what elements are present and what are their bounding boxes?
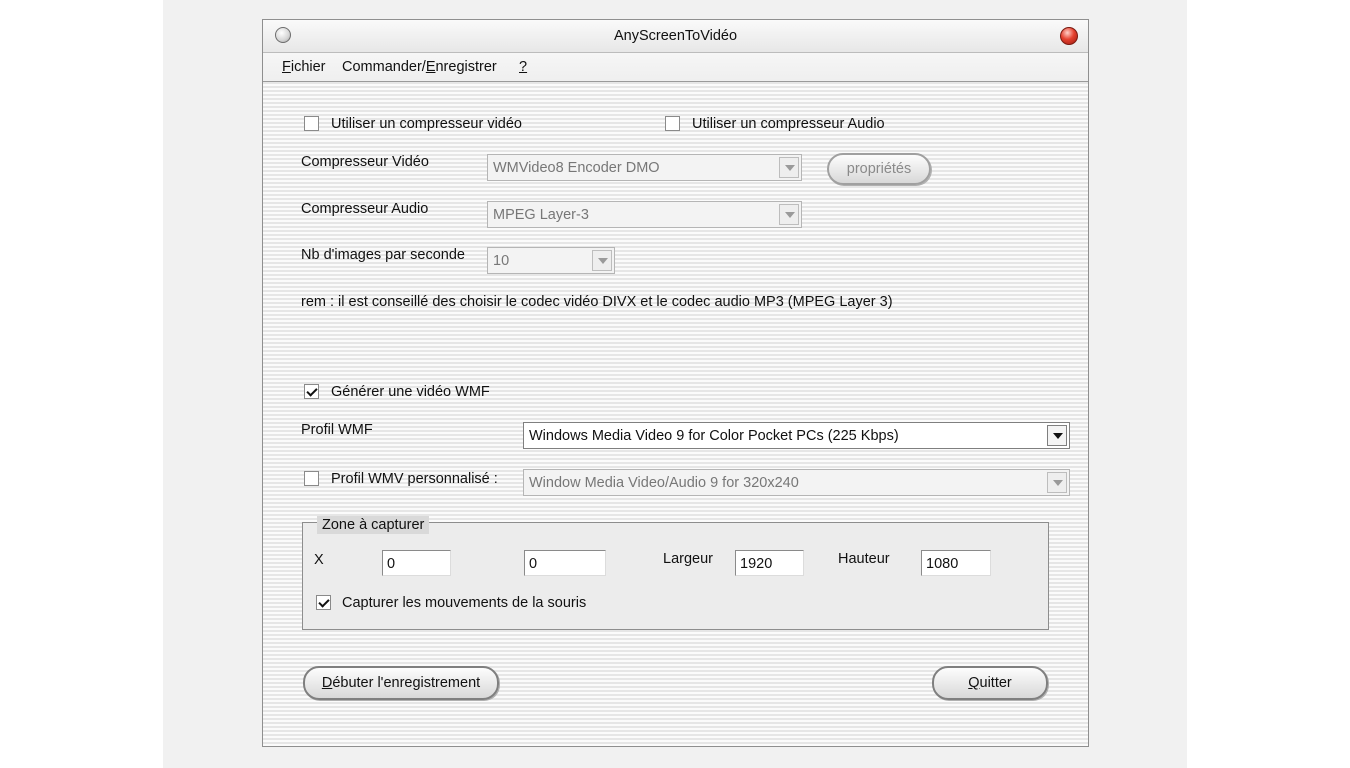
chevron-down-icon[interactable]: [779, 157, 799, 178]
use-audio-compressor-label: Utiliser un compresseur Audio: [692, 116, 885, 132]
height-label: Hauteur: [838, 551, 890, 567]
audio-compressor-select[interactable]: MPEG Layer-3: [487, 201, 802, 228]
chevron-down-icon[interactable]: [779, 204, 799, 225]
generate-wmf-label: Générer une vidéo WMF: [331, 384, 490, 400]
video-compressor-select[interactable]: WMVideo8 Encoder DMO: [487, 154, 802, 181]
capture-mouse-checkbox[interactable]: [316, 595, 331, 610]
wmf-profile-select[interactable]: Windows Media Video 9 for Color Pocket P…: [523, 422, 1070, 449]
chevron-down-icon[interactable]: [592, 250, 612, 271]
menu-help[interactable]: ?: [519, 59, 527, 75]
wmf-profile-label: Profil WMF: [301, 422, 373, 438]
use-video-compressor-checkbox[interactable]: [304, 116, 319, 131]
video-compressor-value: WMVideo8 Encoder DMO: [493, 160, 660, 176]
fps-select[interactable]: 10: [487, 247, 615, 274]
codec-recommendation-note: rem : il est conseillé des choisir le co…: [301, 294, 893, 310]
audio-compressor-value: MPEG Layer-3: [493, 207, 589, 223]
menu-bar: Fichier Commander/Enregistrer ?: [263, 53, 1088, 82]
custom-wmv-profile-value: Window Media Video/Audio 9 for 320x240: [529, 475, 799, 491]
close-icon[interactable]: [1060, 27, 1078, 45]
menu-fichier[interactable]: Fichier: [282, 59, 326, 75]
generate-wmf-checkbox[interactable]: [304, 384, 319, 399]
fps-value: 10: [493, 253, 510, 269]
height-input[interactable]: 1080: [921, 550, 991, 576]
properties-button[interactable]: propriétés: [827, 153, 931, 185]
chevron-down-icon[interactable]: [1047, 425, 1067, 446]
y-input[interactable]: 0: [524, 550, 606, 576]
width-input[interactable]: 1920: [735, 550, 804, 576]
x-input[interactable]: 0: [382, 550, 451, 576]
quit-button[interactable]: Quitter: [932, 666, 1048, 700]
window-title: AnyScreenToVidéo: [613, 28, 738, 44]
start-recording-button[interactable]: Débuter l'enregistrement: [303, 666, 499, 700]
audio-compressor-label: Compresseur Audio: [301, 201, 429, 217]
width-label: Largeur: [663, 551, 713, 567]
capture-zone-group: Zone à capturer X 0 0 Largeur 1920 Haute…: [302, 516, 1049, 630]
custom-wmv-profile-checkbox[interactable]: [304, 471, 319, 486]
wmf-profile-value: Windows Media Video 9 for Color Pocket P…: [529, 428, 899, 444]
chevron-down-icon[interactable]: [1047, 472, 1067, 493]
capture-zone-title: Zone à capturer: [317, 516, 430, 534]
custom-wmv-profile-select[interactable]: Window Media Video/Audio 9 for 320x240: [523, 469, 1070, 496]
video-compressor-label: Compresseur Vidéo: [301, 154, 429, 170]
title-bar[interactable]: AnyScreenToVidéo: [263, 20, 1088, 53]
x-label: X: [314, 552, 324, 568]
use-audio-compressor-checkbox[interactable]: [665, 116, 680, 131]
custom-wmv-profile-label: Profil WMV personnalisé :: [331, 471, 498, 487]
fps-label: Nb d'images par seconde: [301, 247, 465, 263]
use-video-compressor-label: Utiliser un compresseur vidéo: [331, 116, 522, 132]
capture-mouse-label: Capturer les mouvements de la souris: [342, 595, 587, 611]
app-window: AnyScreenToVidéo Fichier Commander/Enreg…: [262, 19, 1089, 747]
menu-commander-enregistrer[interactable]: Commander/Enregistrer: [342, 59, 497, 75]
